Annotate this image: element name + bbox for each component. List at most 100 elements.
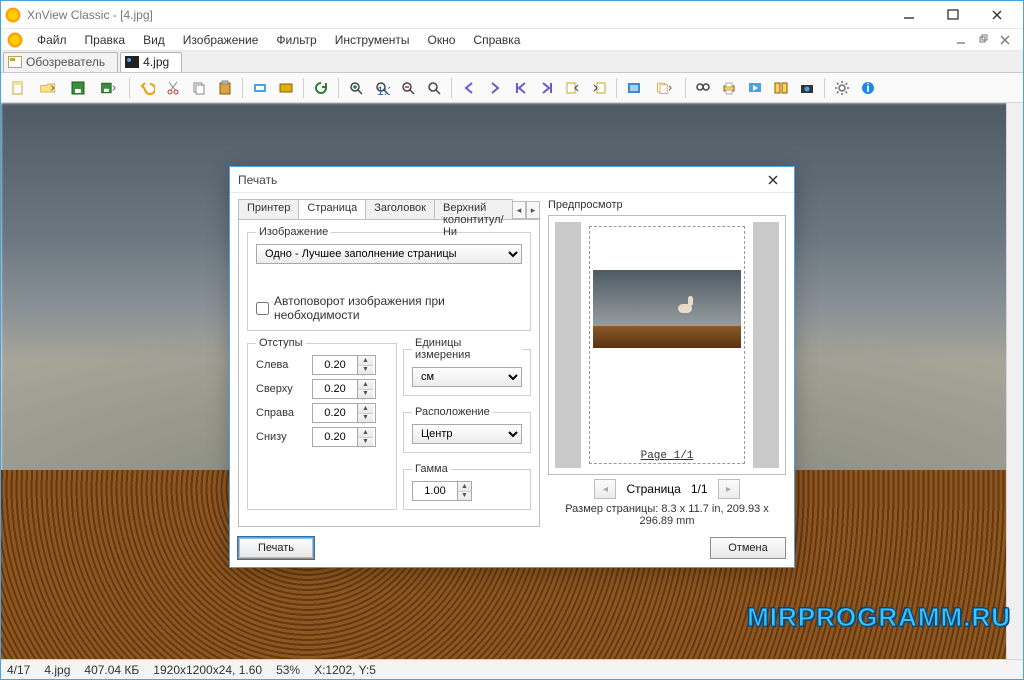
tool-nav-prev[interactable]: [458, 77, 480, 99]
dialog-titlebar[interactable]: Печать: [230, 167, 794, 193]
tab-image-label: 4.jpg: [143, 55, 169, 69]
spin-down-icon[interactable]: ▼: [358, 438, 373, 447]
menu-window[interactable]: Окно: [420, 31, 464, 49]
spin-down-icon[interactable]: ▼: [358, 414, 373, 423]
preview-page-number: Page 1/1: [585, 450, 749, 462]
tool-fullscreen[interactable]: [623, 77, 645, 99]
content-viewport[interactable]: MIRPROGRAMM.RU Печать Принтер Страница З…: [1, 103, 1023, 659]
menu-help[interactable]: Справка: [465, 31, 528, 49]
spin-down-icon[interactable]: ▼: [358, 366, 373, 375]
margin-left-label: Слева: [256, 359, 312, 371]
autorotate-label: Автоповорот изображения при необходимост…: [274, 294, 522, 322]
gamma-input[interactable]: [413, 482, 457, 500]
tool-page-next[interactable]: [588, 77, 610, 99]
tool-screenshot[interactable]: [249, 77, 271, 99]
tool-undo[interactable]: [136, 77, 158, 99]
dialog-tab-header[interactable]: Заголовок: [365, 199, 435, 219]
gamma-group: Гамма ▲▼: [403, 463, 531, 510]
units-select[interactable]: см: [412, 367, 522, 387]
tool-nav-next[interactable]: [484, 77, 506, 99]
window-maximize-button[interactable]: [931, 3, 975, 27]
spin-down-icon[interactable]: ▼: [358, 390, 373, 399]
placement-select[interactable]: Центр: [412, 424, 522, 444]
gamma-spin[interactable]: ▲▼: [412, 481, 472, 501]
tool-about[interactable]: i: [857, 77, 879, 99]
menu-image[interactable]: Изображение: [175, 31, 267, 49]
tool-zoom-fit[interactable]: [423, 77, 445, 99]
spin-up-icon[interactable]: ▲: [358, 404, 373, 414]
svg-text:1:1: 1:1: [377, 84, 390, 96]
spin-up-icon[interactable]: ▲: [358, 356, 373, 366]
tool-compare[interactable]: [770, 77, 792, 99]
margin-top-input[interactable]: [313, 380, 357, 398]
menu-view[interactable]: Вид: [135, 31, 173, 49]
print-dialog: Печать Принтер Страница Заголовок Верхни…: [229, 166, 795, 568]
preview-box: Page 1/1: [548, 215, 786, 475]
preview-next-button[interactable]: ▸: [718, 479, 740, 499]
tool-capture[interactable]: [796, 77, 818, 99]
preview-margin-left: [555, 222, 581, 468]
image-mode-select[interactable]: Одно - Лучшее заполнение страницы: [256, 244, 522, 264]
tool-nav-last[interactable]: [536, 77, 558, 99]
margin-left-spin[interactable]: ▲▼: [312, 355, 376, 375]
menu-tools[interactable]: Инструменты: [327, 31, 418, 49]
tool-new[interactable]: [7, 77, 29, 99]
print-button[interactable]: Печать: [238, 537, 314, 559]
units-group-label: Единицы измерения: [412, 337, 522, 361]
preview-prev-button[interactable]: ◂: [594, 479, 616, 499]
vertical-scrollbar[interactable]: [1006, 103, 1023, 659]
tab-image[interactable]: 4.jpg: [120, 52, 182, 72]
dialog-tab-footer[interactable]: Верхний колонтитул/Ни: [434, 199, 513, 219]
tab-scroll-right[interactable]: ▸: [526, 201, 540, 219]
spin-down-icon[interactable]: ▼: [458, 492, 471, 501]
dialog-tab-printer[interactable]: Принтер: [238, 199, 299, 219]
window-close-button[interactable]: [975, 3, 1019, 27]
spin-up-icon[interactable]: ▲: [458, 482, 471, 492]
tool-cut[interactable]: [162, 77, 184, 99]
spin-up-icon[interactable]: ▲: [358, 380, 373, 390]
cancel-button[interactable]: Отмена: [710, 537, 786, 559]
tool-reload[interactable]: [310, 77, 332, 99]
tool-find[interactable]: [692, 77, 714, 99]
dialog-close-button[interactable]: [760, 170, 786, 190]
tool-save[interactable]: [67, 77, 89, 99]
mdi-restore-button[interactable]: [975, 32, 991, 48]
tool-slideshow[interactable]: [744, 77, 766, 99]
tool-nav-first[interactable]: [510, 77, 532, 99]
tool-zoom-in[interactable]: [345, 77, 367, 99]
window-minimize-button[interactable]: [887, 3, 931, 27]
tab-scroll-left[interactable]: ◂: [512, 201, 526, 219]
menubar-app-icon: [7, 32, 23, 48]
tool-save-as[interactable]: [93, 77, 123, 99]
menu-filter[interactable]: Фильтр: [268, 31, 324, 49]
autorotate-checkbox[interactable]: [256, 302, 269, 315]
margin-bottom-spin[interactable]: ▲▼: [312, 427, 376, 447]
menu-edit[interactable]: Правка: [77, 31, 134, 49]
tool-batch[interactable]: [649, 77, 679, 99]
tool-copy[interactable]: [188, 77, 210, 99]
margin-top-spin[interactable]: ▲▼: [312, 379, 376, 399]
tool-scan[interactable]: [275, 77, 297, 99]
toolbar-sep: [242, 78, 243, 98]
tool-settings[interactable]: [831, 77, 853, 99]
margin-right-input[interactable]: [313, 404, 357, 422]
tool-open[interactable]: [33, 77, 63, 99]
margin-bottom-input[interactable]: [313, 428, 357, 446]
tool-print[interactable]: [718, 77, 740, 99]
mdi-minimize-button[interactable]: [953, 32, 969, 48]
svg-text:i: i: [866, 81, 869, 95]
mdi-close-button[interactable]: [997, 32, 1013, 48]
page-size-info: Размер страницы: 8.3 x 11.7 in, 209.93 x…: [548, 503, 786, 527]
spin-up-icon[interactable]: ▲: [358, 428, 373, 438]
tool-page-prev[interactable]: [562, 77, 584, 99]
tool-zoom-100[interactable]: 1:1: [371, 77, 393, 99]
image-icon: [125, 56, 139, 68]
statusbar: 4/17 4.jpg 407.04 КБ 1920x1200x24, 1.60 …: [1, 659, 1023, 679]
margin-left-input[interactable]: [313, 356, 357, 374]
menu-file[interactable]: Файл: [29, 31, 75, 49]
tab-browser[interactable]: Обозреватель: [3, 52, 118, 72]
dialog-tab-page[interactable]: Страница: [298, 199, 366, 219]
tool-paste[interactable]: [214, 77, 236, 99]
margin-right-spin[interactable]: ▲▼: [312, 403, 376, 423]
tool-zoom-out[interactable]: [397, 77, 419, 99]
